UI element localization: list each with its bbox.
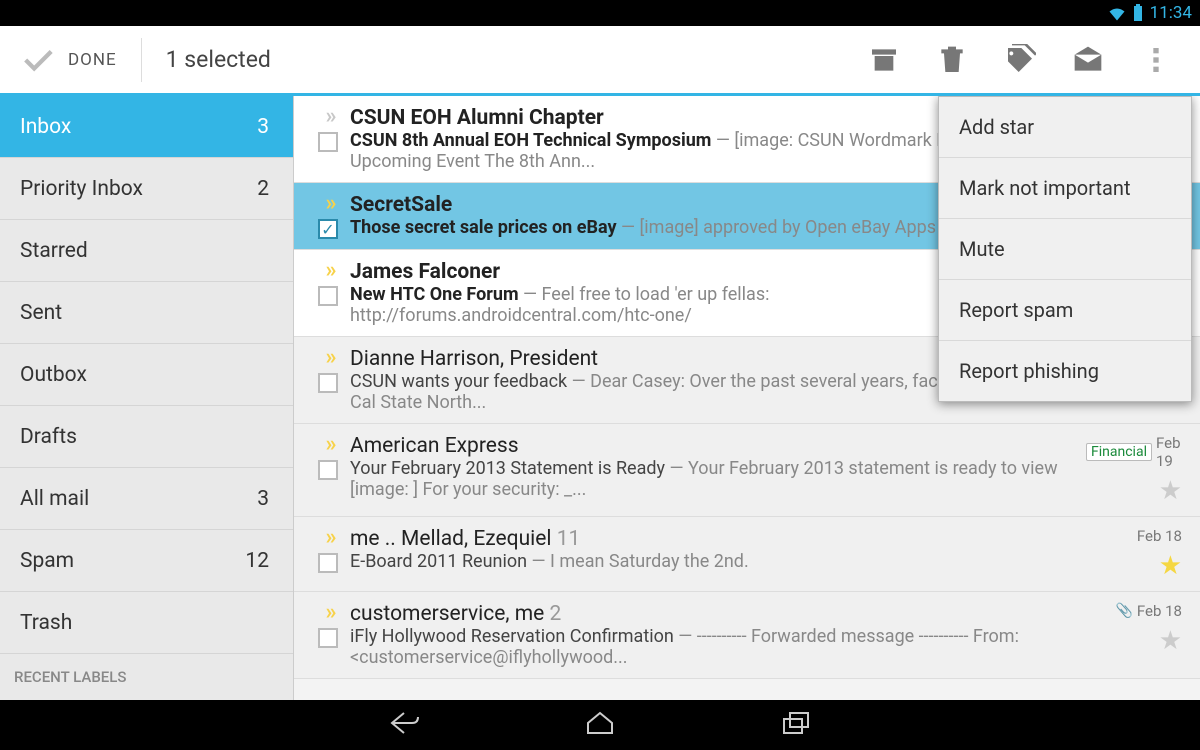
sidebar-item-priority[interactable]: Priority Inbox 2 [0, 158, 293, 220]
sidebar-item-label: Spam [20, 549, 74, 573]
delete-button[interactable] [918, 35, 986, 85]
divider [141, 38, 142, 82]
email-date: Feb 18 [1137, 602, 1182, 620]
folder-sidebar: Inbox 3 Priority Inbox 2 Starred Sent Ou… [0, 96, 294, 700]
android-statusbar: 11:34 [0, 0, 1200, 26]
email-label-tag: Financial [1086, 443, 1152, 461]
home-button[interactable] [582, 709, 618, 741]
thread-count: 11 [552, 527, 581, 551]
menu-mute[interactable]: Mute [939, 219, 1191, 280]
sidebar-item-inbox[interactable]: Inbox 3 [0, 96, 293, 158]
importance-icon: » [326, 604, 331, 622]
sidebar-item-label: All mail [20, 487, 89, 511]
sidebar-item-label: Trash [20, 611, 72, 635]
sidebar-item-count: 2 [257, 177, 269, 201]
sidebar-item-sent[interactable]: Sent [0, 282, 293, 344]
star-icon[interactable]: ★ [1159, 551, 1182, 581]
importance-icon: » [326, 349, 331, 367]
wifi-icon [1108, 5, 1126, 21]
recents-button[interactable] [778, 709, 814, 741]
android-navbar [0, 700, 1200, 750]
done-label: DONE [68, 50, 117, 70]
email-subject-line: E-Board 2011 Reunion — I mean Saturday t… [350, 551, 1078, 572]
sidebar-item-label: Inbox [20, 115, 71, 139]
email-date: Feb 18 [1137, 527, 1182, 545]
sidebar-item-starred[interactable]: Starred [0, 220, 293, 282]
sidebar-item-count: 3 [257, 115, 269, 139]
select-checkbox[interactable] [318, 286, 338, 306]
email-row[interactable]: » customerservice, me 2iFly Hollywood Res… [294, 592, 1200, 679]
mark-read-button[interactable] [1054, 35, 1122, 85]
sidebar-item-label: Outbox [20, 363, 87, 387]
star-icon[interactable]: ★ [1159, 626, 1182, 656]
overflow-button[interactable] [1122, 35, 1190, 85]
sidebar-item-label: Sent [20, 301, 62, 325]
sidebar-item-drafts[interactable]: Drafts [0, 406, 293, 468]
email-row[interactable]: » American ExpressYour February 2013 Stat… [294, 424, 1200, 517]
sidebar-item-label: Drafts [20, 425, 77, 449]
labels-button[interactable] [986, 35, 1054, 85]
overflow-menu: Add star Mark not important Mute Report … [938, 96, 1192, 402]
sidebar-item-count: 12 [245, 549, 269, 573]
attachment-icon: 📎 [1115, 603, 1132, 619]
battery-icon [1132, 4, 1144, 22]
star-icon[interactable]: ★ [1159, 476, 1182, 506]
sidebar-item-label: Priority Inbox [20, 177, 143, 201]
email-date: Feb 19 [1156, 434, 1182, 470]
sidebar-item-outbox[interactable]: Outbox [0, 344, 293, 406]
importance-icon: » [326, 262, 331, 280]
importance-icon: » [326, 108, 331, 126]
select-checkbox[interactable] [318, 553, 338, 573]
importance-icon: » [326, 529, 331, 547]
select-checkbox[interactable] [318, 460, 338, 480]
menu-add-star[interactable]: Add star [939, 97, 1191, 158]
email-subject-line: Your February 2013 Statement is Ready — … [350, 458, 1078, 500]
email-subject-line: iFly Hollywood Reservation Confirmation … [350, 626, 1078, 668]
importance-icon: » [326, 436, 331, 454]
email-sender: me .. Mellad, Ezequiel 11 [350, 527, 1078, 551]
email-sender: customerservice, me 2 [350, 602, 1078, 626]
email-sender: American Express [350, 434, 1078, 458]
menu-mark-not-important[interactable]: Mark not important [939, 158, 1191, 219]
thread-count: 2 [544, 602, 561, 626]
importance-icon: » [326, 195, 331, 213]
done-button[interactable]: DONE [20, 43, 117, 77]
sidebar-item-trash[interactable]: Trash [0, 592, 293, 654]
archive-button[interactable] [850, 35, 918, 85]
email-row[interactable]: » me .. Mellad, Ezequiel 11E-Board 2011 R… [294, 517, 1200, 592]
sidebar-recent-header: RECENT LABELS [0, 654, 293, 692]
status-time: 11:34 [1150, 3, 1192, 23]
selection-count: 1 selected [166, 46, 271, 73]
select-checkbox[interactable] [318, 373, 338, 393]
select-checkbox[interactable] [318, 628, 338, 648]
select-checkbox[interactable]: ✓ [318, 219, 338, 239]
sidebar-item-spam[interactable]: Spam 12 [0, 530, 293, 592]
action-bar: DONE 1 selected [0, 26, 1200, 96]
sidebar-item-count: 3 [257, 487, 269, 511]
menu-report-spam[interactable]: Report spam [939, 280, 1191, 341]
select-checkbox[interactable] [318, 132, 338, 152]
sidebar-item-allmail[interactable]: All mail 3 [0, 468, 293, 530]
menu-report-phishing[interactable]: Report phishing [939, 341, 1191, 401]
back-button[interactable] [386, 709, 422, 741]
sidebar-item-label: Starred [20, 239, 88, 263]
